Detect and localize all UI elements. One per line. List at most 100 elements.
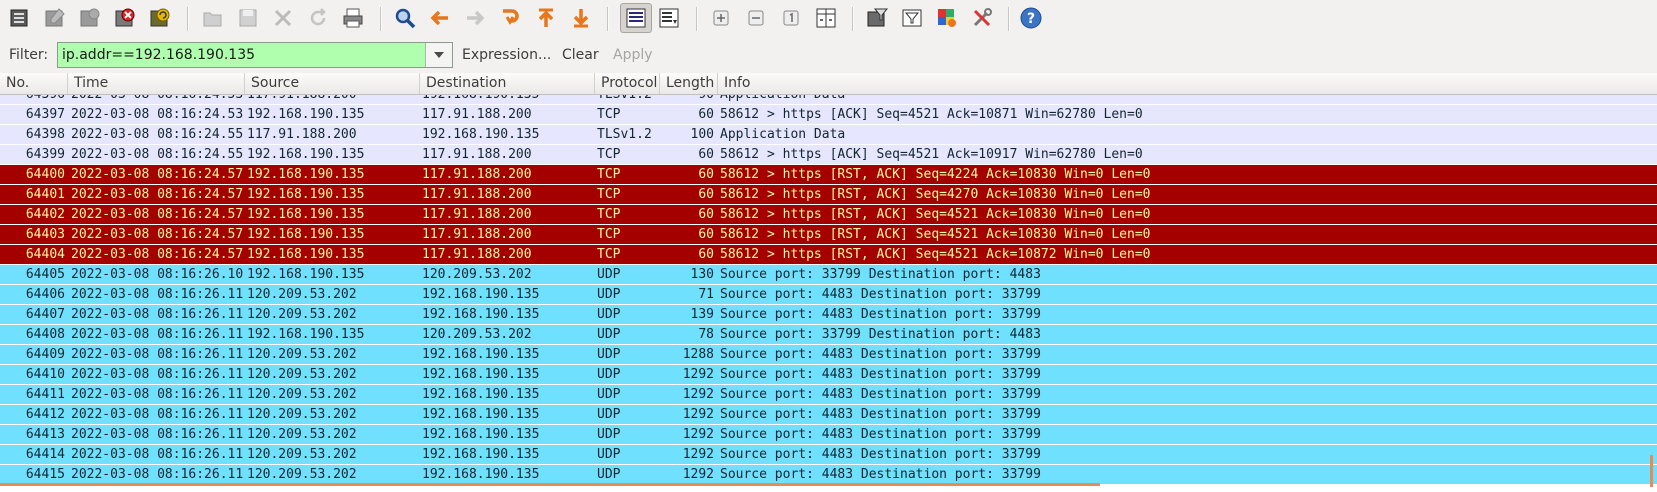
main-toolbar: ? [0, 0, 1657, 38]
packet-length: 139 [690, 307, 714, 322]
find-packet-icon[interactable] [392, 5, 418, 31]
packet-time: 2022-03-08 08:16:24.57 [71, 167, 244, 182]
packet-number: 64397 [25, 107, 65, 122]
table-row[interactable]: 64409 2022-03-08 08:16:26.11 120.209.53.20… [0, 345, 1657, 365]
packet-destination: 192.168.190.135 [422, 427, 540, 442]
packet-protocol: TCP [597, 207, 621, 222]
display-filter-input[interactable] [60, 45, 426, 65]
packet-number: 64405 [25, 267, 65, 282]
colorize-icon[interactable] [620, 3, 652, 33]
filter-history-dropdown[interactable] [425, 43, 452, 67]
packet-time: 2022-03-08 08:16:24.57 [71, 227, 244, 242]
packet-info: 58612 > https [ACK] Seq=4521 Ack=10917 W… [720, 147, 1143, 162]
table-row[interactable]: 64403 2022-03-08 08:16:24.57 192.168.190.1… [0, 225, 1657, 245]
go-forward-icon[interactable] [462, 5, 488, 31]
go-back-icon[interactable] [427, 5, 453, 31]
clear-filter-button[interactable]: Clear [562, 47, 599, 63]
packet-protocol: TCP [597, 247, 621, 262]
restart-capture-icon[interactable] [147, 5, 173, 31]
capture-filters-icon[interactable] [864, 5, 890, 31]
packet-list[interactable]: 643962022-03-08 08:16:24.53117.91.188.20… [0, 73, 1657, 492]
table-row[interactable]: 64408 2022-03-08 08:16:26.11 192.168.190.1… [0, 325, 1657, 345]
save-file-icon[interactable] [235, 5, 261, 31]
table-row[interactable]: 64400 2022-03-08 08:16:24.57 192.168.190.1… [0, 165, 1657, 185]
chevron-down-icon [434, 52, 444, 58]
packet-info: 58612 > https [RST, ACK] Seq=4270 Ack=10… [720, 187, 1151, 202]
table-row[interactable]: 64411 2022-03-08 08:16:26.11 120.209.53.20… [0, 385, 1657, 405]
table-row[interactable]: 64412 2022-03-08 08:16:26.11 120.209.53.20… [0, 405, 1657, 425]
packet-source: 192.168.190.135 [247, 107, 365, 122]
expression-button[interactable]: Expression... [462, 47, 551, 63]
packet-number: 64398 [25, 127, 65, 142]
table-row[interactable]: 64398 2022-03-08 08:16:24.55 117.91.188.20… [0, 125, 1657, 145]
table-row[interactable]: 64414 2022-03-08 08:16:26.11 120.209.53.20… [0, 445, 1657, 465]
help-icon[interactable]: ? [1018, 5, 1044, 31]
table-row[interactable]: 64404 2022-03-08 08:16:24.57 192.168.190.1… [0, 245, 1657, 265]
go-to-packet-icon[interactable] [497, 5, 523, 31]
table-row[interactable]: 64399 2022-03-08 08:16:24.55 192.168.190.1… [0, 145, 1657, 165]
start-capture-icon[interactable] [77, 5, 103, 31]
packet-protocol: UDP [597, 367, 621, 382]
packet-source: 192.168.190.135 [247, 207, 365, 222]
packet-time: 2022-03-08 08:16:24.57 [71, 207, 244, 222]
table-row[interactable]: 64405 2022-03-08 08:16:26.10 192.168.190.1… [0, 265, 1657, 285]
horizontal-scrollbar[interactable] [0, 483, 1100, 486]
close-file-icon[interactable] [270, 5, 296, 31]
column-header-source[interactable]: Source [245, 73, 420, 94]
print-icon[interactable] [340, 5, 366, 31]
resize-columns-icon[interactable] [813, 5, 839, 31]
display-filter-combobox[interactable] [57, 42, 453, 68]
go-first-icon[interactable] [533, 5, 559, 31]
coloring-rules-icon[interactable] [934, 5, 960, 31]
table-row[interactable]: 64407 2022-03-08 08:16:26.11 120.209.53.20… [0, 305, 1657, 325]
column-header-destination[interactable]: Destination [420, 73, 595, 94]
preferences-icon[interactable] [969, 5, 995, 31]
table-row[interactable]: 64410 2022-03-08 08:16:26.11 120.209.53.20… [0, 365, 1657, 385]
packet-number: 64407 [25, 307, 65, 322]
table-row[interactable]: 64397 2022-03-08 08:16:24.53 192.168.190.1… [0, 105, 1657, 125]
packet-protocol: UDP [597, 447, 621, 462]
autoscroll-icon[interactable] [656, 5, 682, 31]
interface-list-icon[interactable] [7, 5, 33, 31]
packet-protocol: UDP [597, 267, 621, 282]
table-row[interactable]: 64415 2022-03-08 08:16:26.11 120.209.53.20… [0, 465, 1657, 485]
table-row[interactable]: 64406 2022-03-08 08:16:26.11 120.209.53.20… [0, 285, 1657, 305]
packet-protocol: TCP [597, 147, 621, 162]
packet-info: Source port: 4483 Destination port: 3379… [720, 467, 1041, 482]
packet-info: Source port: 4483 Destination port: 3379… [720, 387, 1041, 402]
packet-time: 2022-03-08 08:16:26.11 [71, 367, 244, 382]
reload-icon[interactable] [305, 5, 331, 31]
zoom-out-icon[interactable] [743, 5, 769, 31]
stop-capture-icon[interactable] [112, 5, 138, 31]
packet-number: 64406 [25, 287, 65, 302]
packet-length: 60 [698, 207, 714, 222]
go-last-icon[interactable] [568, 5, 594, 31]
vertical-scrollbar[interactable] [1650, 455, 1653, 487]
column-header-time[interactable]: Time [68, 73, 245, 94]
table-row[interactable]: 64402 2022-03-08 08:16:24.57 192.168.190.1… [0, 205, 1657, 225]
packet-protocol: UDP [597, 387, 621, 402]
zoom-in-icon[interactable] [708, 5, 734, 31]
column-header-no[interactable]: No. [0, 73, 68, 94]
column-header-protocol[interactable]: Protocol [595, 73, 660, 94]
display-filters-icon[interactable] [899, 5, 925, 31]
packet-number: 64399 [25, 147, 65, 162]
packet-number: 64408 [25, 327, 65, 342]
table-row[interactable]: 64413 2022-03-08 08:16:26.11 120.209.53.20… [0, 425, 1657, 445]
open-file-icon[interactable] [200, 5, 226, 31]
packet-time: 2022-03-08 08:16:26.11 [71, 307, 244, 322]
packet-length: 1292 [682, 367, 714, 382]
packet-source: 120.209.53.202 [247, 367, 357, 382]
packet-number: 64414 [25, 447, 65, 462]
table-row[interactable]: 64401 2022-03-08 08:16:24.57 192.168.190.1… [0, 185, 1657, 205]
normal-size-icon[interactable] [778, 5, 804, 31]
packet-number: 64402 [25, 207, 65, 222]
apply-filter-button[interactable]: Apply [613, 47, 653, 63]
packet-protocol: TLSv1.2 [597, 127, 652, 142]
column-header-length[interactable]: Length [660, 73, 718, 94]
packet-protocol: UDP [597, 347, 621, 362]
capture-options-icon[interactable] [42, 5, 68, 31]
packet-source: 192.168.190.135 [247, 327, 365, 342]
column-header-info[interactable]: Info [718, 73, 1657, 94]
packet-time: 2022-03-08 08:16:26.11 [71, 407, 244, 422]
